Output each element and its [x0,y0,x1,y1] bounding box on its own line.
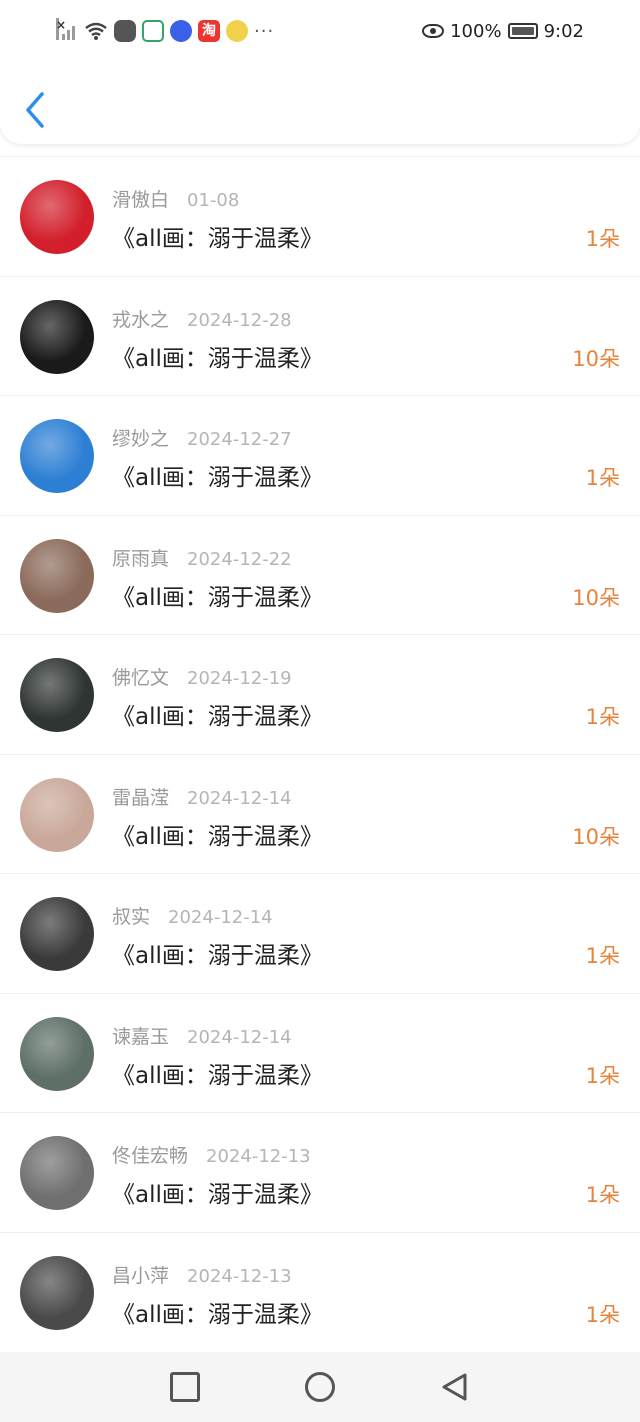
home-app-icon [142,20,164,42]
list-item[interactable]: 滑傲白 01-08 《all画：溺于温柔》 1朵 [0,156,640,276]
list-item[interactable]: 叔实 2024-12-14 《all画：溺于温柔》 1朵 [0,873,640,993]
gift-date: 2024-12-14 [168,907,273,928]
music-icon [170,20,192,42]
list-item[interactable]: 佛忆文 2024-12-19 《all画：溺于温柔》 1朵 [0,634,640,754]
user-line: 佟佳宏畅 2024-12-13 [112,1141,311,1168]
home-icon[interactable] [305,1372,335,1402]
status-icons-right: 100% 9:02 [422,18,584,44]
user-name[interactable]: 缪妙之 [112,428,169,450]
eye-icon [422,24,445,38]
gift-date: 01-08 [187,190,240,211]
avatar[interactable] [20,299,94,374]
avatar[interactable] [20,538,94,613]
avatar[interactable] [20,777,94,852]
user-line: 昌小萍 2024-12-13 [112,1261,292,1288]
work-title: 《all画：溺于温柔》 [112,345,323,372]
list-item[interactable]: 昌小萍 2024-12-13 《all画：溺于温柔》 1朵 [0,1231,640,1352]
gift-amount: 10朵 [572,824,620,849]
gift-amount: 10朵 [572,346,620,371]
user-line: 原雨真 2024-12-22 [112,544,292,571]
gift-date: 2024-12-27 [187,429,292,450]
user-line: 叔实 2024-12-14 [112,902,273,929]
work-title: 《all画：溺于温柔》 [112,465,323,491]
list-item[interactable]: 谏嘉玉 2024-12-14 《all画：溺于温柔》 1朵 [0,992,640,1113]
game-icon [114,20,136,42]
battery-icon [507,23,538,39]
gift-amount: 1朵 [585,227,620,251]
gift-date: 2024-12-14 [187,787,292,809]
taobao-icon: 淘 [198,20,220,42]
gift-amount: 1朵 [585,705,620,729]
avatar[interactable] [20,658,94,732]
work-title: 《all画：溺于温柔》 [112,1182,323,1208]
gift-amount: 10朵 [572,585,620,610]
user-name[interactable]: 原雨真 [112,548,169,570]
work-title: 《all画：溺于温柔》 [112,584,323,611]
screen: × 淘 ··· 100% 9:02 滑傲白 01-08 《all画：溺于温柔》 … [0,0,640,1422]
list-item[interactable]: 戎水之 2024-12-28 《all画：溺于温柔》 10朵 [0,275,640,396]
avatar[interactable] [20,1016,94,1091]
work-title: 《all画：溺于温柔》 [112,1301,323,1328]
system-nav-bar [0,1352,640,1422]
gift-amount: 1朵 [585,944,620,968]
user-line: 佛忆文 2024-12-19 [112,663,292,690]
wifi-icon [85,22,107,40]
status-icons-left: × 淘 ··· [56,18,274,44]
back-chevron-icon[interactable] [22,90,50,130]
gift-amount: 1朵 [585,1063,620,1088]
avatar[interactable] [20,419,94,493]
work-title: 《all画：溺于温柔》 [112,1062,323,1089]
user-name[interactable]: 戎水之 [112,309,169,331]
list-item[interactable]: 佟佳宏畅 2024-12-13 《all画：溺于温柔》 1朵 [0,1112,640,1232]
gift-date: 2024-12-13 [187,1265,292,1287]
user-name[interactable]: 佛忆文 [112,667,169,689]
avatar[interactable] [20,1136,94,1210]
bird-app-icon [226,20,248,42]
user-line: 滑傲白 01-08 [112,185,239,212]
user-name[interactable]: 佟佳宏畅 [112,1145,188,1167]
user-line: 谏嘉玉 2024-12-14 [112,1022,292,1049]
user-name[interactable]: 昌小萍 [112,1265,169,1287]
work-title: 《all画：溺于温柔》 [112,823,323,850]
battery-percent: 100% [450,20,502,42]
gift-date: 2024-12-19 [187,668,292,689]
gift-amount: 1朵 [585,1183,620,1207]
status-bar: × 淘 ··· 100% 9:02 [0,0,640,62]
gift-date: 2024-12-13 [206,1146,311,1167]
list-item[interactable]: 缪妙之 2024-12-27 《all画：溺于温柔》 1朵 [0,395,640,515]
gift-amount: 1朵 [585,1302,620,1327]
user-line: 缪妙之 2024-12-27 [112,424,292,451]
gift-list: 滑傲白 01-08 《all画：溺于温柔》 1朵 戎水之 2024-12-28 《all画：… [0,156,640,1352]
avatar[interactable] [20,897,94,971]
signal-off-icon: × [56,18,78,42]
user-line: 戎水之 2024-12-28 [112,305,292,332]
work-title: 《all画：溺于温柔》 [112,226,323,252]
gift-date: 2024-12-14 [187,1026,292,1048]
user-name[interactable]: 滑傲白 [112,189,169,211]
top-app-bar [0,62,640,144]
gift-date: 2024-12-22 [187,548,292,570]
recent-apps-icon[interactable] [170,1372,200,1402]
user-name[interactable]: 叔实 [112,906,150,928]
user-name[interactable]: 谏嘉玉 [112,1026,169,1048]
clock: 9:02 [543,20,584,42]
avatar[interactable] [20,180,94,254]
list-item[interactable]: 原雨真 2024-12-22 《all画：溺于温柔》 10朵 [0,514,640,635]
gift-amount: 1朵 [585,466,620,490]
gift-date: 2024-12-28 [187,309,292,331]
list-item[interactable]: 雷晶滢 2024-12-14 《all画：溺于温柔》 10朵 [0,753,640,874]
user-line: 雷晶滢 2024-12-14 [112,783,292,810]
more-icon: ··· [254,20,275,42]
work-title: 《all画：溺于温柔》 [112,704,323,730]
avatar[interactable] [20,1255,94,1330]
back-icon[interactable] [440,1372,470,1402]
user-name[interactable]: 雷晶滢 [112,787,169,809]
work-title: 《all画：溺于温柔》 [112,943,323,969]
